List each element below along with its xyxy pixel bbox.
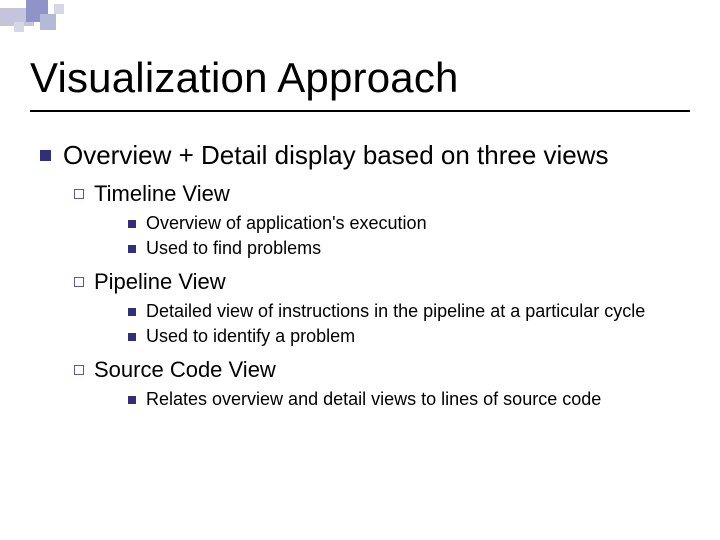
filled-square-icon [128,308,136,316]
filled-square-icon [128,396,136,404]
list-item: Used to find problems [128,238,690,259]
hollow-square-icon [74,189,84,199]
list-item: Overview of application's execution [128,213,690,234]
bullet-text: Relates overview and detail views to lin… [146,389,601,410]
filled-square-icon [40,150,51,161]
title-rule [30,110,690,112]
list-item: Pipeline View Detailed view of instructi… [74,269,690,347]
filled-square-icon [128,245,136,253]
corner-decoration [0,0,100,40]
slide: Visualization Approach Overview + Detail… [0,0,720,540]
bullet-text: Detailed view of instructions in the pip… [146,301,645,322]
bullet-text: Used to find problems [146,238,321,259]
bullet-text: Overview of application's execution [146,213,427,234]
slide-body: Overview + Detail display based on three… [40,140,690,420]
list-item: Overview + Detail display based on three… [40,140,690,410]
filled-square-icon [128,220,136,228]
hollow-square-icon [74,277,84,287]
list-item: Detailed view of instructions in the pip… [128,301,690,322]
hollow-square-icon [74,365,84,375]
list-item: Relates overview and detail views to lin… [128,389,690,410]
bullet-text: Timeline View [94,181,230,207]
bullet-text: Source Code View [94,357,276,383]
bullet-text: Pipeline View [94,269,226,295]
filled-square-icon [128,333,136,341]
bullet-text: Used to identify a problem [146,326,355,347]
list-item: Timeline View Overview of application's … [74,181,690,259]
list-item: Used to identify a problem [128,326,690,347]
list-item: Source Code View Relates overview and de… [74,357,690,410]
slide-title: Visualization Approach [30,54,459,102]
bullet-text: Overview + Detail display based on three… [63,140,609,171]
